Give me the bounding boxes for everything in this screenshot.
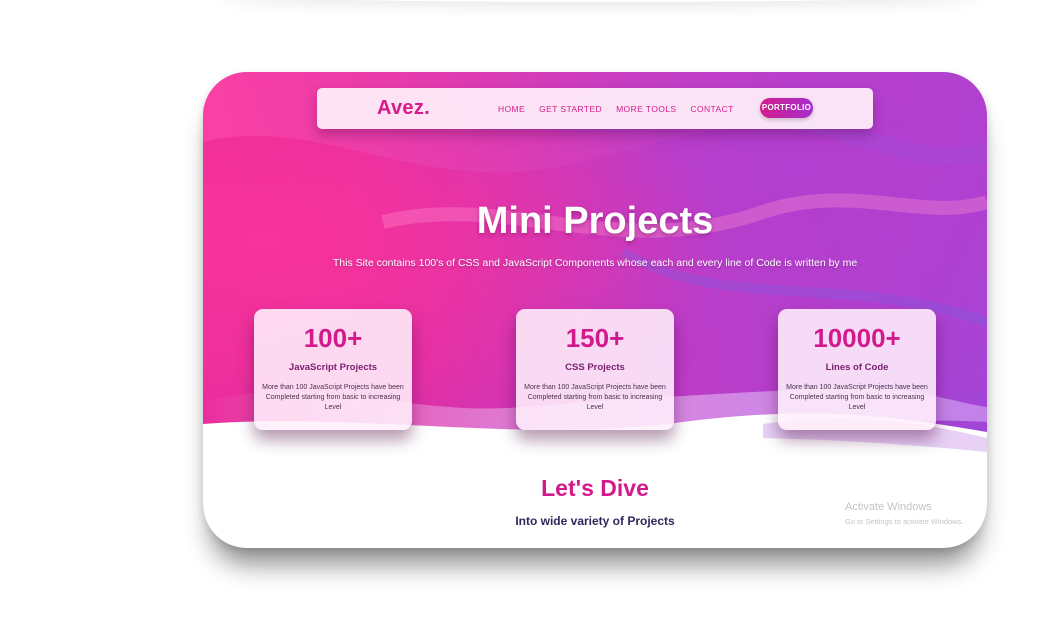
nav-link-contact[interactable]: CONTACT — [690, 104, 733, 114]
hero-title: Mini Projects — [476, 200, 714, 242]
stat-label: CSS Projects — [565, 362, 625, 373]
stat-label: Lines of Code — [825, 362, 889, 373]
website-preview-frame: Avez. HOME GET STARTED MORE TOOLS CONTAC… — [203, 72, 987, 548]
stat-card-javascript: 100+ JavaScript Projects More than 100 J… — [254, 309, 412, 430]
watermark-subtitle: Go to Settings to activate Windows. — [845, 517, 964, 526]
stat-description: More than 100 JavaScript Projects have b… — [786, 384, 928, 411]
nav-link-home[interactable]: HOME — [498, 104, 525, 114]
portfolio-button[interactable]: PORTFOLIO — [760, 98, 813, 118]
stat-description: More than 100 JavaScript Projects have b… — [524, 384, 666, 411]
activate-windows-watermark: Activate Windows Go to Settings to activ… — [845, 501, 963, 526]
watermark-title: Activate Windows — [845, 501, 932, 513]
stat-number: 100+ — [303, 323, 363, 353]
nav-link-get-started[interactable]: GET STARTED — [539, 104, 602, 114]
nav-links: HOME GET STARTED MORE TOOLS CONTACT — [498, 104, 734, 114]
stat-number: 10000+ — [813, 323, 901, 353]
stat-label: JavaScript Projects — [288, 362, 378, 373]
top-edge-shadow — [220, 0, 980, 2]
hero-section: Avez. HOME GET STARTED MORE TOOLS CONTAC… — [203, 72, 987, 548]
nav-link-more-tools[interactable]: MORE TOOLS — [616, 104, 676, 114]
stat-number: 150+ — [565, 323, 625, 353]
stat-description: More than 100 JavaScript Projects have b… — [262, 384, 404, 411]
stat-card-lines-of-code: 10000+ Lines of Code More than 100 JavaS… — [778, 309, 936, 430]
stat-card-css: 150+ CSS Projects More than 100 JavaScri… — [516, 309, 674, 430]
navbar: Avez. HOME GET STARTED MORE TOOLS CONTAC… — [317, 88, 873, 129]
section-title: Let's Dive — [541, 475, 649, 501]
site-logo[interactable]: Avez. — [377, 97, 430, 120]
hero-subtitle: This Site contains 100's of CSS and Java… — [332, 257, 858, 269]
